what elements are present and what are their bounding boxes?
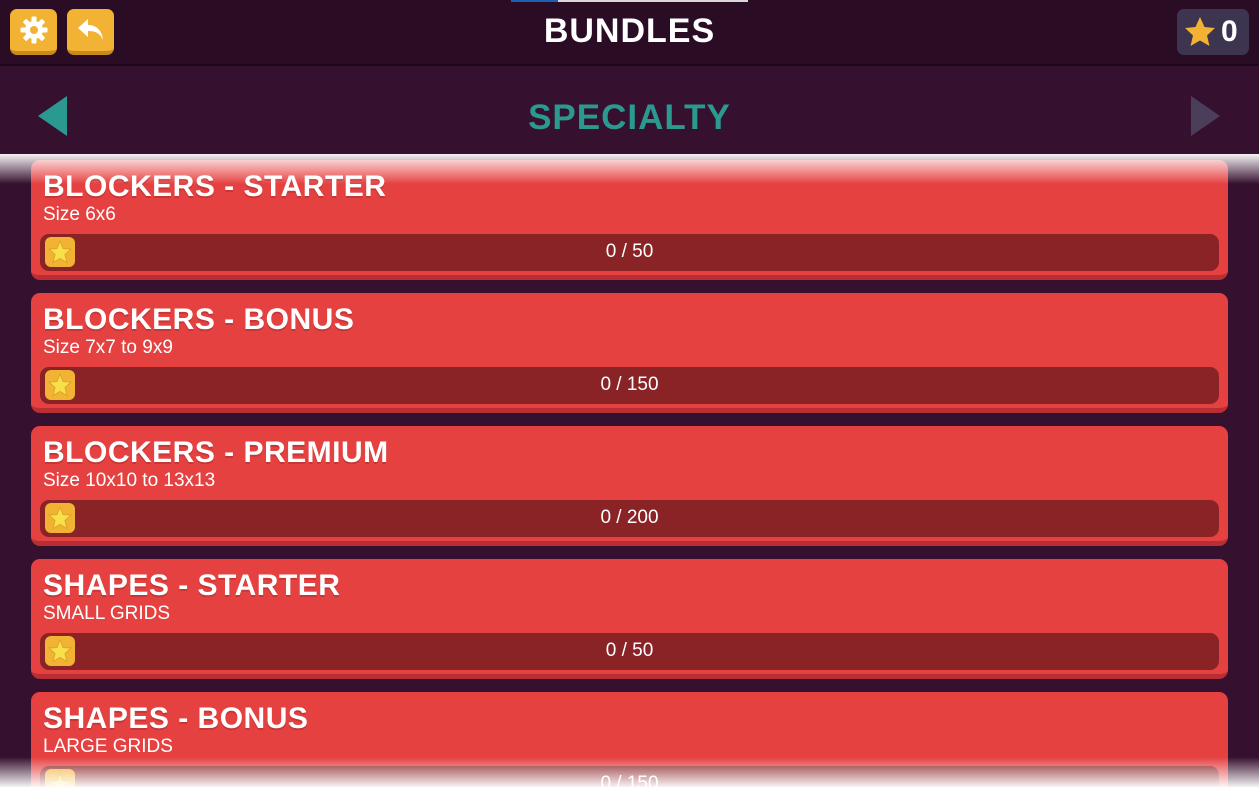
bundle-progress-bar: 0 / 50 <box>40 633 1219 670</box>
bundle-list[interactable]: BLOCKERS - STARTER Size 6x6 0 / 50 BLOCK… <box>0 154 1259 787</box>
top-bar: BUNDLES 0 <box>0 0 1259 66</box>
page-title: BUNDLES <box>543 12 716 50</box>
bundle-name: BLOCKERS - BONUS <box>43 303 355 336</box>
bundle-subtitle: Size 7x7 to 9x9 <box>43 337 173 358</box>
bundle-card[interactable]: BLOCKERS - BONUS Size 7x7 to 9x9 0 / 150 <box>31 293 1228 413</box>
bundle-card[interactable]: SHAPES - STARTER SMALL GRIDS 0 / 50 <box>31 559 1228 679</box>
bundle-progress-bar: 0 / 50 <box>40 234 1219 271</box>
bundle-name: BLOCKERS - STARTER <box>43 170 387 203</box>
bundle-progress-text: 0 / 150 <box>600 773 659 787</box>
bundle-progress-text: 0 / 150 <box>600 374 659 395</box>
star-count: 0 <box>1221 15 1238 48</box>
bundle-subtitle: SMALL GRIDS <box>43 603 171 624</box>
bundle-card[interactable]: BLOCKERS - PREMIUM Size 10x10 to 13x13 0… <box>31 426 1228 546</box>
star-icon <box>1185 17 1215 46</box>
bundle-progress-bar: 0 / 150 <box>40 367 1219 404</box>
bundle-progress-text: 0 / 200 <box>600 507 659 528</box>
bundle-progress-bar: 0 / 200 <box>40 500 1219 537</box>
bundle-progress-text: 0 / 50 <box>605 640 654 661</box>
bundle-subtitle: Size 6x6 <box>43 204 116 225</box>
triangle-right-icon[interactable] <box>1190 96 1220 136</box>
bundle-card[interactable]: BLOCKERS - STARTER Size 6x6 0 / 50 <box>31 160 1228 280</box>
top-indicator-strip <box>511 0 748 2</box>
bundle-card[interactable]: SHAPES - BONUS LARGE GRIDS 0 / 150 <box>31 692 1228 787</box>
bundle-progress-text: 0 / 50 <box>605 241 654 262</box>
bundle-progress-bar: 0 / 150 <box>40 766 1219 787</box>
star-counter: 0 <box>1177 9 1249 55</box>
category-selector: SPECIALTY <box>0 68 1259 154</box>
bundle-subtitle: Size 10x10 to 13x13 <box>43 470 216 491</box>
bundle-name: BLOCKERS - PREMIUM <box>43 436 389 469</box>
bundle-subtitle: LARGE GRIDS <box>43 736 173 757</box>
bundle-name: SHAPES - BONUS <box>43 702 309 735</box>
bundle-name: SHAPES - STARTER <box>43 569 341 602</box>
category-title: SPECIALTY <box>528 98 731 137</box>
